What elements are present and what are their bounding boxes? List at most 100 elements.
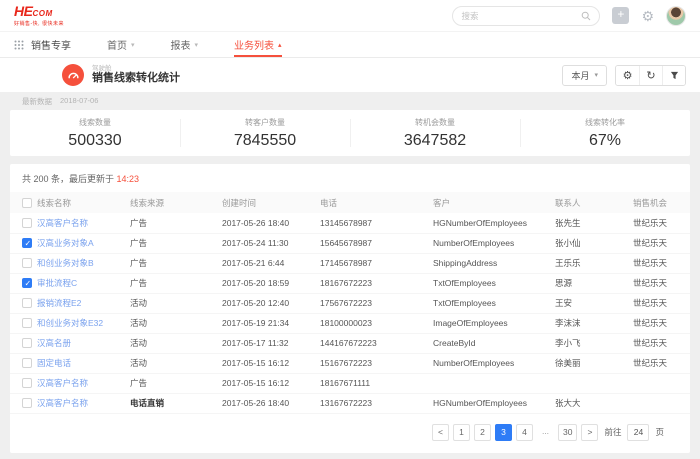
- nav-tab-label: 业务列表: [234, 37, 274, 52]
- lead-name-link[interactable]: 汉高名册: [37, 338, 71, 348]
- row-checkbox[interactable]: [22, 258, 32, 268]
- app-grid-icon: [14, 40, 24, 50]
- lead-source-cell: 广告: [130, 233, 222, 253]
- customer-cell: ShippingAddress: [433, 253, 555, 273]
- prev-page-button[interactable]: <: [432, 424, 449, 441]
- dashboard-icon: [62, 64, 84, 86]
- period-label: 本月: [571, 69, 589, 82]
- row-checkbox[interactable]: [22, 338, 32, 348]
- meta-date: 2018-07-06: [60, 96, 98, 107]
- table-row: 汉高客户名称 广告 2017-05-26 18:40 13145678987 H…: [10, 213, 690, 233]
- row-checkbox[interactable]: [22, 298, 32, 308]
- page-button[interactable]: ...: [537, 424, 554, 441]
- customer-cell: TxtOfEmployees: [433, 293, 555, 313]
- lead-name-link[interactable]: 和创业务对象B: [37, 258, 94, 268]
- logo-tagline: 好销售-快, 很快未来: [14, 22, 64, 27]
- phone-cell: 13167672223: [320, 393, 433, 413]
- row-checkbox[interactable]: [22, 278, 32, 288]
- contact-cell: 王安: [555, 293, 633, 313]
- customer-cell: HGNumberOfEmployees: [433, 393, 555, 413]
- stat-item: 转客户数量 7845550: [180, 110, 350, 156]
- stats-card: 线索数量 500330 转客户数量 7845550 转机会数量 3647582 …: [10, 110, 690, 156]
- created-time-cell: 2017-05-20 18:59: [222, 273, 320, 293]
- logo-text-main: HE: [14, 3, 32, 19]
- column-header-lead-source: 线索来源: [130, 192, 222, 213]
- nav-tabs: 首页 ▾ 报表 ▾ 业务列表 ▴: [107, 32, 282, 57]
- phone-cell: 18100000023: [320, 313, 433, 333]
- created-time-cell: 2017-05-15 16:12: [222, 353, 320, 373]
- lead-name-link[interactable]: 汉高业务对象A: [37, 238, 94, 248]
- workspace-switcher[interactable]: 销售专享: [14, 32, 71, 57]
- row-checkbox[interactable]: [22, 318, 32, 328]
- table-row: 汉高客户名称 广告 2017-05-15 16:12 18167671111: [10, 373, 690, 393]
- customer-cell: NumberOfEmployees: [433, 233, 555, 253]
- goto-label: 前往: [604, 426, 621, 438]
- customer-cell: NumberOfEmployees: [433, 353, 555, 373]
- lead-name-link[interactable]: 汉高客户名称: [37, 378, 88, 388]
- column-header-opportunity: 销售机会: [633, 192, 690, 213]
- customer-cell: ImageOfEmployees: [433, 313, 555, 333]
- lead-name-link[interactable]: 报销流程E2: [37, 298, 81, 308]
- contact-cell: 张先生: [555, 213, 633, 233]
- page-button[interactable]: 30: [558, 424, 577, 441]
- user-avatar[interactable]: [666, 6, 686, 26]
- nav-tab[interactable]: 报表 ▾: [171, 32, 199, 57]
- chevron-icon: ▾: [195, 41, 199, 49]
- phone-cell: 18167672223: [320, 273, 433, 293]
- refresh-button[interactable]: ↻: [639, 66, 662, 85]
- row-checkbox[interactable]: [22, 378, 32, 388]
- goto-page-input[interactable]: [627, 424, 649, 441]
- table-row: 汉高名册 活动 2017-05-17 11:32 144167672223 Cr…: [10, 333, 690, 353]
- filter-button[interactable]: [662, 66, 685, 85]
- next-page-button[interactable]: >: [581, 424, 598, 441]
- stat-value: 7845550: [234, 132, 296, 150]
- settings-icon[interactable]: ⚙: [641, 9, 654, 23]
- created-time-cell: 2017-05-15 16:12: [222, 373, 320, 393]
- page-button[interactable]: 4: [516, 424, 533, 441]
- lead-source-cell: 广告: [130, 373, 222, 393]
- page-button[interactable]: 1: [453, 424, 470, 441]
- period-select[interactable]: 本月 ▾: [562, 65, 607, 86]
- lead-source-cell: 广告: [130, 273, 222, 293]
- opportunity-cell: 世纪乐天: [633, 333, 690, 353]
- nav-tab[interactable]: 首页 ▾: [107, 32, 135, 57]
- row-checkbox[interactable]: [22, 358, 32, 368]
- lead-name-link[interactable]: 审批流程C: [37, 278, 77, 288]
- hecom-logo[interactable]: HECOM 好销售-快, 很快未来: [14, 4, 64, 27]
- stat-value: 500330: [68, 132, 121, 150]
- global-search[interactable]: [452, 6, 600, 26]
- table-row: 报销流程E2 活动 2017-05-20 12:40 17567672223 T…: [10, 293, 690, 313]
- table-row: 和创业务对象B 广告 2017-05-21 6:44 17145678987 S…: [10, 253, 690, 273]
- add-button[interactable]: +: [612, 7, 629, 24]
- stat-value: 3647582: [404, 132, 466, 150]
- phone-cell: 13145678987: [320, 213, 433, 233]
- phone-cell: 17145678987: [320, 253, 433, 273]
- lead-name-link[interactable]: 汉高客户名称: [37, 218, 88, 228]
- row-checkbox[interactable]: [22, 238, 32, 248]
- lead-name-link[interactable]: 和创业务对象E32: [37, 318, 103, 328]
- created-time-cell: 2017-05-19 21:34: [222, 313, 320, 333]
- lead-name-link[interactable]: 汉高客户名称: [37, 398, 88, 408]
- contact-cell: 张大大: [555, 393, 633, 413]
- nav-bar: 销售专享 首页 ▾ 报表 ▾ 业务列表 ▴: [0, 32, 700, 58]
- row-checkbox[interactable]: [22, 218, 32, 228]
- search-input[interactable]: [461, 11, 581, 21]
- table-row: 审批流程C 广告 2017-05-20 18:59 18167672223 Tx…: [10, 273, 690, 293]
- select-all-checkbox[interactable]: [22, 198, 32, 208]
- page-title: 销售线索转化统计: [92, 72, 180, 85]
- stat-value: 67%: [589, 132, 621, 150]
- created-time-cell: 2017-05-26 18:40: [222, 393, 320, 413]
- stat-item: 转机会数量 3647582: [350, 110, 520, 156]
- column-header-phone: 电话: [320, 192, 433, 213]
- page-button[interactable]: 2: [474, 424, 491, 441]
- opportunity-cell: 世纪乐天: [633, 293, 690, 313]
- page-button[interactable]: 3: [495, 424, 512, 441]
- nav-tab[interactable]: 业务列表 ▴: [234, 32, 282, 57]
- summary-text: 共 200 条，最后更新于: [22, 174, 117, 184]
- stat-label: 线索转化率: [585, 117, 625, 128]
- pagination: < 1 2 3 4 ... 30 > 前往 页: [10, 414, 690, 453]
- row-checkbox[interactable]: [22, 398, 32, 408]
- lead-name-link[interactable]: 固定电话: [37, 358, 71, 368]
- settings-button[interactable]: ⚙: [616, 66, 639, 85]
- app-window: HECOM 好销售-快, 很快未来 + ⚙: [0, 0, 700, 459]
